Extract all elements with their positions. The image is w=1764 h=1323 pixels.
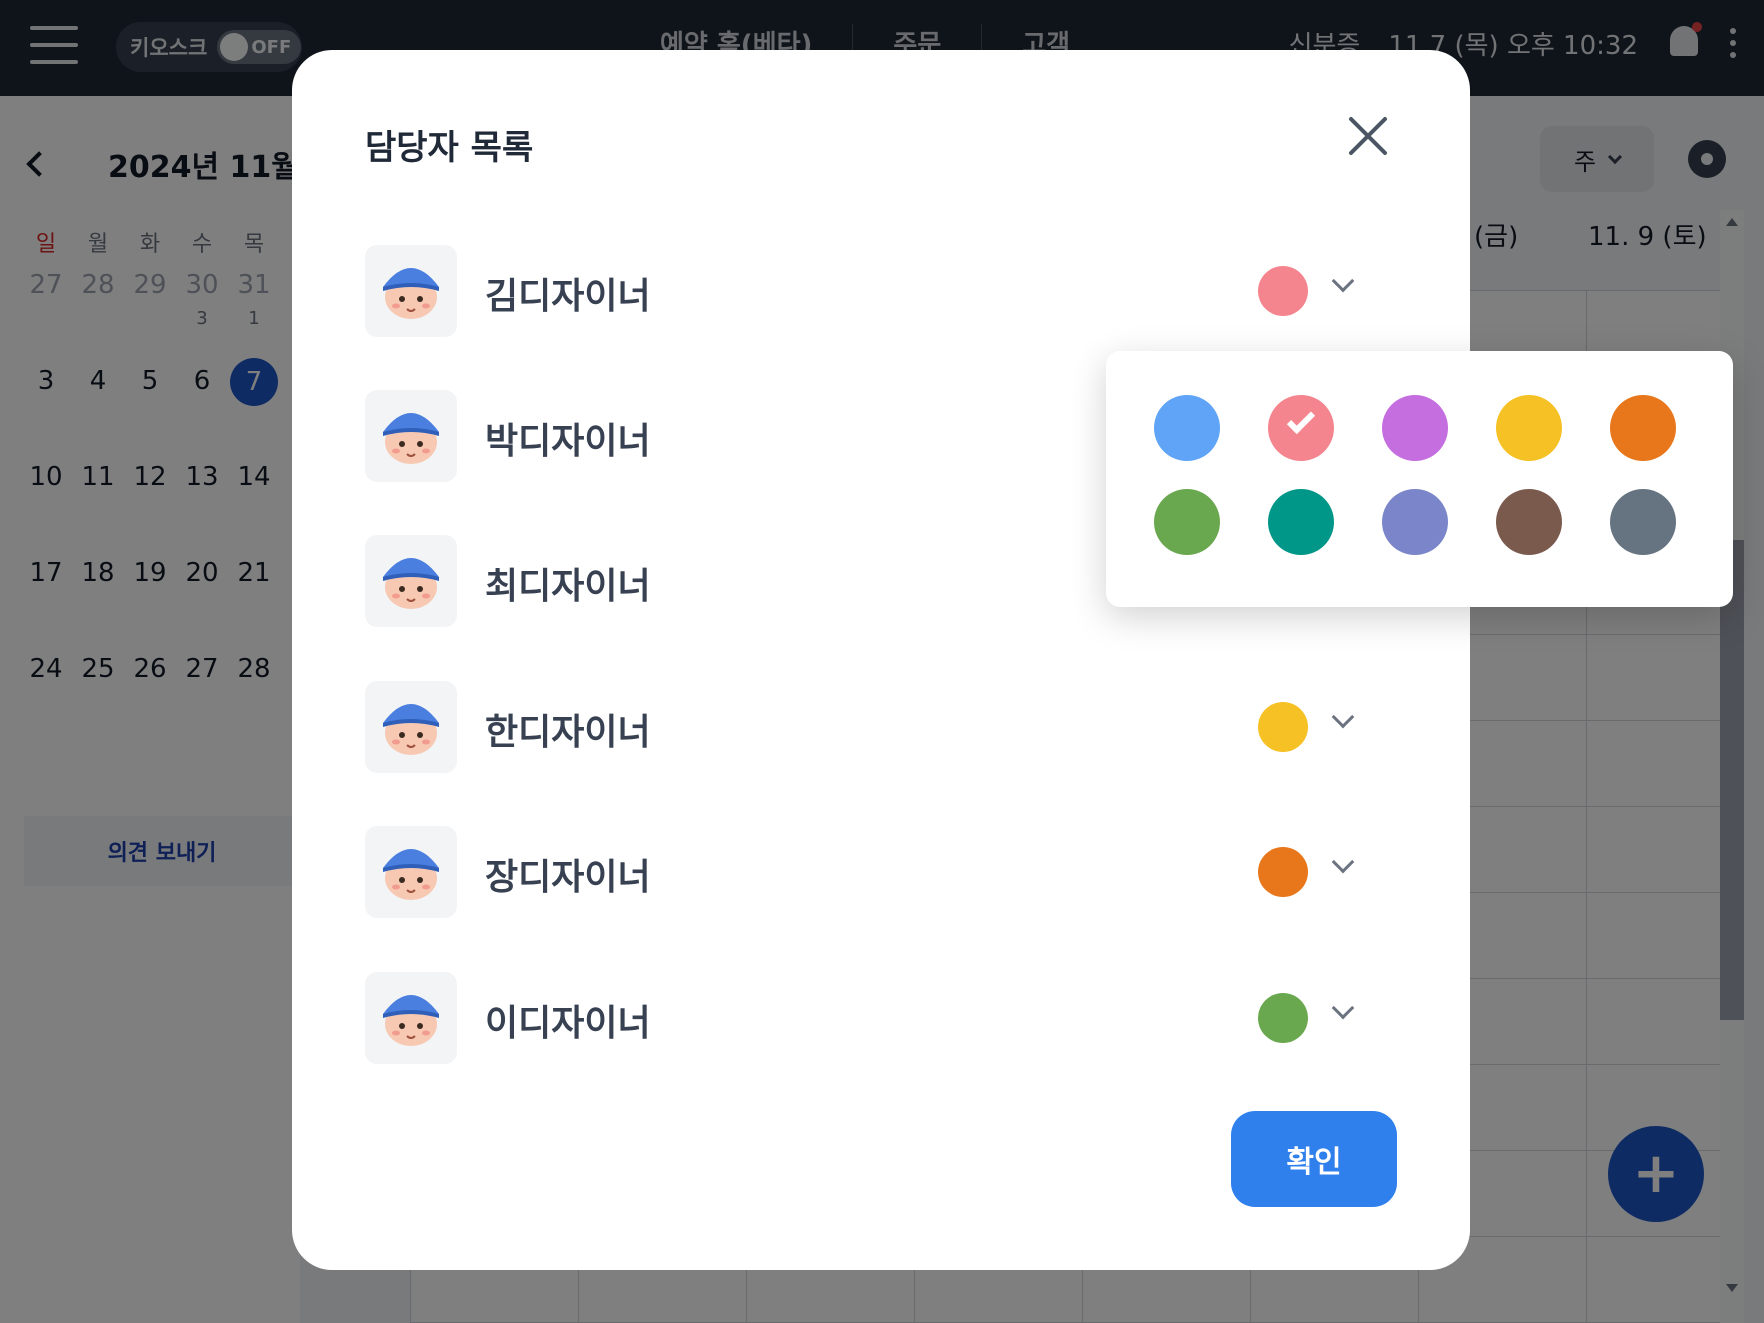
color-swatch[interactable] xyxy=(1268,489,1334,555)
staff-name: 이디자이너 xyxy=(485,1003,651,1044)
close-icon[interactable] xyxy=(1346,114,1390,158)
color-swatch[interactable] xyxy=(1382,489,1448,555)
color-swatch[interactable] xyxy=(1154,395,1220,461)
color-swatch[interactable] xyxy=(1154,489,1220,555)
staff-name: 김디자이너 xyxy=(485,276,651,317)
staff-name: 장디자이너 xyxy=(485,857,651,898)
chevron-down-icon[interactable] xyxy=(1331,850,1355,874)
avatar xyxy=(365,390,457,482)
staff-name: 박디자이너 xyxy=(485,421,651,462)
staff-color-dot[interactable] xyxy=(1258,993,1308,1043)
staff-name: 한디자이너 xyxy=(485,712,651,753)
chevron-down-icon[interactable] xyxy=(1331,705,1355,729)
color-palette-popover xyxy=(1106,351,1733,607)
staff-name: 최디자이너 xyxy=(485,566,651,607)
modal-title: 담당자 목록 xyxy=(365,128,534,168)
chevron-down-icon[interactable] xyxy=(1331,996,1355,1020)
staff-color-dot[interactable] xyxy=(1258,847,1308,897)
staff-row: 김디자이너 xyxy=(365,245,1365,337)
staff-row: 한디자이너 xyxy=(365,681,1365,773)
avatar xyxy=(365,972,457,1064)
avatar xyxy=(365,826,457,918)
staff-row: 이디자이너 xyxy=(365,972,1365,1064)
color-swatch[interactable] xyxy=(1610,489,1676,555)
staff-row: 장디자이너 xyxy=(365,826,1365,918)
color-swatch[interactable] xyxy=(1382,395,1448,461)
avatar xyxy=(365,245,457,337)
color-swatch[interactable] xyxy=(1268,395,1334,461)
confirm-button[interactable]: 확인 xyxy=(1231,1111,1397,1207)
staff-list-modal: 담당자 목록 김디자이너박디자이너최디자이너한디자이너장디자이너이디자이너 확인 xyxy=(292,50,1470,1270)
color-swatch[interactable] xyxy=(1496,395,1562,461)
staff-color-dot[interactable] xyxy=(1258,266,1308,316)
color-swatch[interactable] xyxy=(1496,489,1562,555)
color-swatch[interactable] xyxy=(1610,395,1676,461)
chevron-down-icon[interactable] xyxy=(1331,269,1355,293)
check-icon xyxy=(1286,405,1316,435)
avatar xyxy=(365,535,457,627)
staff-color-dot[interactable] xyxy=(1258,702,1308,752)
avatar xyxy=(365,681,457,773)
